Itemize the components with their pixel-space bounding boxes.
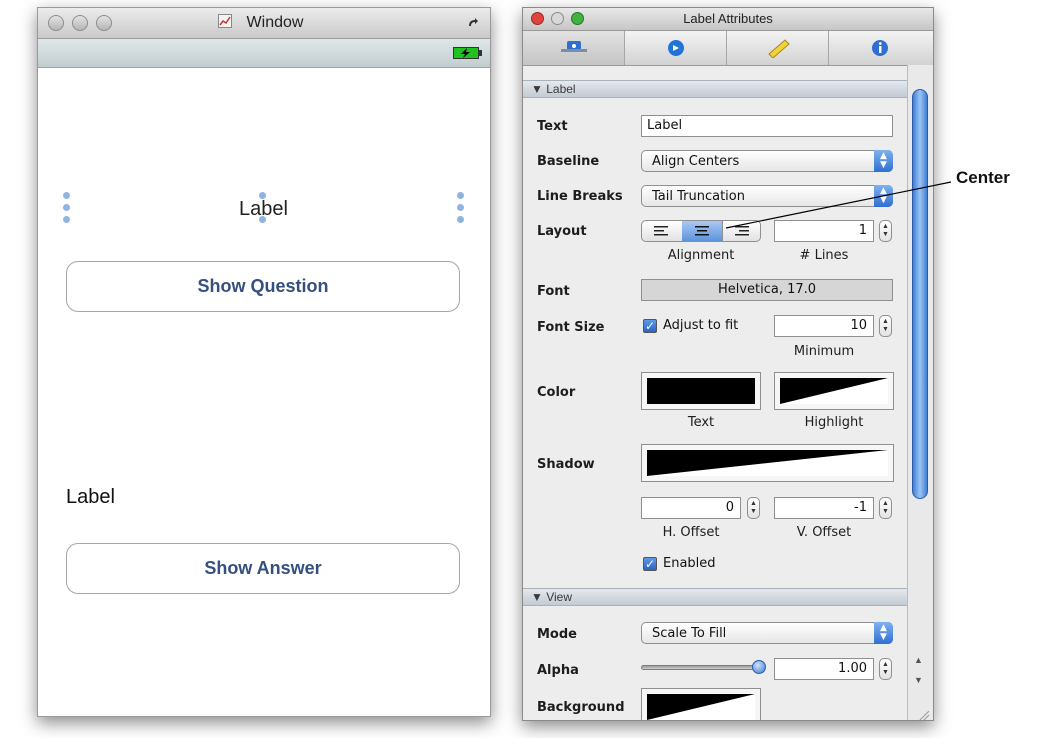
callout-line [725,181,952,229]
center-callout-label: Center [956,168,1010,187]
